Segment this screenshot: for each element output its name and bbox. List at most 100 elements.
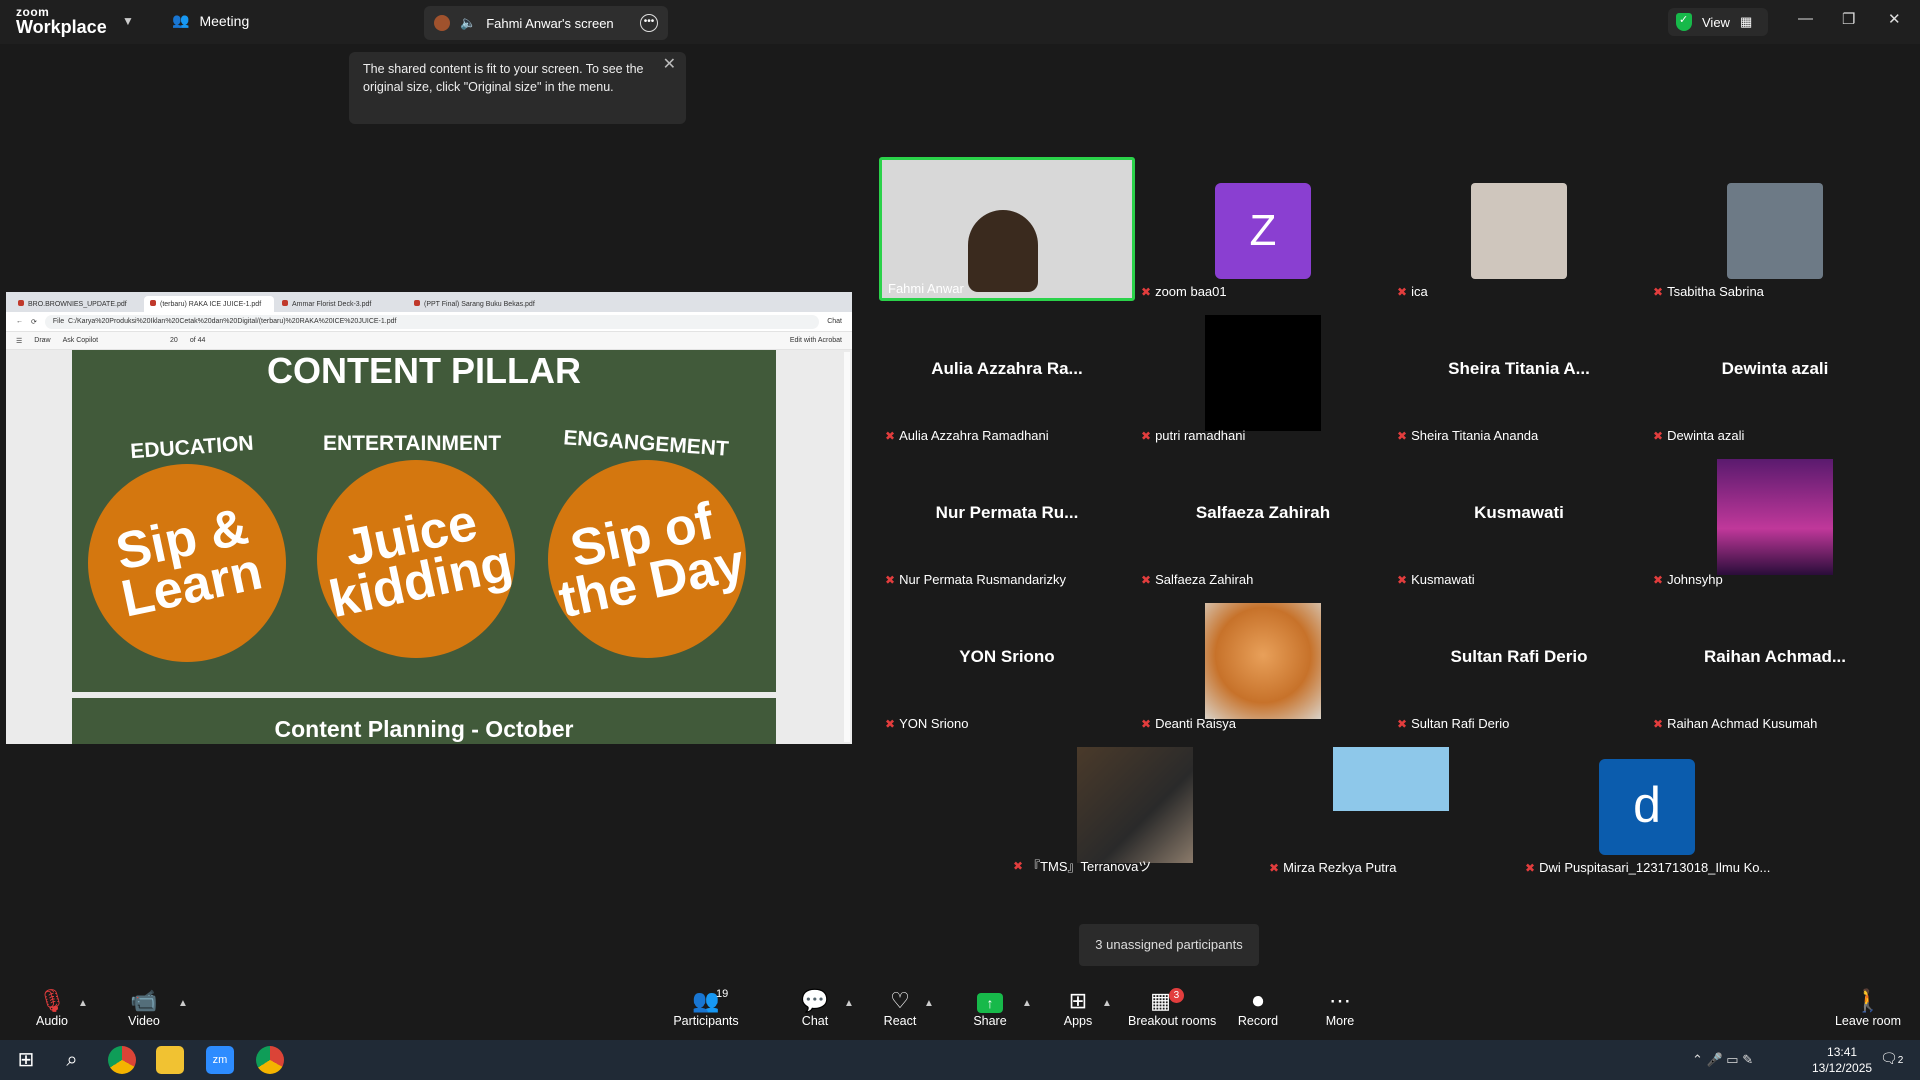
chat-button[interactable]: 💬 Chat (775, 988, 855, 1028)
participant-tile[interactable]: ✖ ica (1391, 157, 1647, 301)
participant-tile[interactable]: ✖ 『TMS』Terranovaツ (1007, 733, 1263, 877)
participant-tile[interactable]: Nur Permata Ru... ✖ Nur Permata Rusmandar… (879, 445, 1135, 589)
participant-tile[interactable]: ✖ putri ramadhani (1135, 301, 1391, 445)
avatar (1727, 183, 1823, 279)
search-icon[interactable]: ⌕ (58, 1046, 86, 1074)
mic-muted-icon: ✖ (1141, 572, 1152, 587)
participant-tile[interactable]: d ✖ Dwi Puspitasari_1231713018_Ilmu Ko... (1519, 733, 1775, 877)
meeting-tab[interactable]: 👥 Meeting (172, 12, 249, 29)
avatar: d (1599, 759, 1695, 855)
slide-content-pillar: CONTENT PILLAR EDUCATION ENTERTAINMENT E… (72, 350, 776, 692)
participant-tile[interactable]: YON Sriono ✖ YON Sriono (879, 589, 1135, 733)
breakout-badge: 3 (1168, 988, 1184, 1003)
participant-tile[interactable]: Dewinta azali ✖ Dewinta azali (1647, 301, 1903, 445)
browser-tab[interactable]: (PPT Final) Sarang Buku Bekas.pdf (408, 296, 538, 312)
more-button[interactable]: ⋯ More (1300, 988, 1380, 1028)
chevron-up-icon[interactable]: ▲ (178, 998, 188, 1009)
title-bar: zoom Workplace ▼ 👥 Meeting 🔈 Fahmi Anwar… (0, 0, 1920, 44)
pillar-circle: Juice kidding (317, 460, 517, 658)
fit-screen-tooltip: The shared content is fit to your screen… (349, 52, 686, 124)
record-icon: ⏺ (1252, 988, 1264, 1013)
reload-icon[interactable]: ⟳ (31, 318, 37, 326)
participant-name: Dewinta azali (1721, 359, 1829, 378)
participant-tile[interactable]: Salfaeza Zahirah ✖ Salfaeza Zahirah (1135, 445, 1391, 589)
browser-tab[interactable]: (terbaru) RAKA ICE JUICE-1.pdf (144, 296, 274, 312)
chat-icon: 💬 (801, 988, 829, 1013)
leave-room-button[interactable]: 🚶 Leave room (1828, 988, 1908, 1028)
close-icon[interactable]: ✕ (1888, 10, 1901, 28)
list-icon[interactable]: ☰ (16, 337, 22, 345)
participant-tile[interactable]: Kusmawati ✖ Kusmawati (1391, 445, 1647, 589)
participant-tile[interactable]: ✖ Tsabitha Sabrina (1647, 157, 1903, 301)
avatar (1077, 747, 1193, 863)
zoom-app-icon[interactable]: zm (206, 1046, 234, 1074)
slide-next: Content Planning - October (72, 698, 776, 744)
participant-tile[interactable]: ✖ Mirza Rezkya Putra (1263, 733, 1519, 877)
restore-icon[interactable]: ❐ (1842, 10, 1855, 28)
participant-tile[interactable]: Aulia Azzahra Ra... ✖ Aulia Azzahra Ramad… (879, 301, 1135, 445)
participant-label: ✖ Sultan Rafi Derio (1397, 716, 1510, 731)
video-button[interactable]: 📹 Video (104, 988, 184, 1028)
url-field[interactable]: File C:/Karya%20Produksi%20Iklan%20Cetak… (44, 314, 820, 329)
minimize-icon[interactable]: — (1798, 10, 1813, 27)
pdf-viewer[interactable]: CONTENT PILLAR EDUCATION ENTERTAINMENT E… (6, 350, 852, 744)
participants-button[interactable]: 👥 19 Participants (666, 988, 746, 1028)
chevron-up-icon[interactable]: ▲ (844, 998, 854, 1009)
chevron-up-icon[interactable]: ▲ (1022, 998, 1032, 1009)
mic-muted-icon: ✖ (1653, 284, 1664, 299)
participant-tile[interactable]: Raihan Achmad... ✖ Raihan Achmad Kusumah (1647, 589, 1903, 733)
pillar-label: ENTERTAINMENT (322, 432, 502, 455)
clock[interactable]: 13:41 13/12/2025 (1812, 1044, 1872, 1076)
chrome-icon[interactable] (108, 1046, 136, 1074)
participant-name: Sultan Rafi Derio (1450, 647, 1588, 666)
participant-tile[interactable]: Sultan Rafi Derio ✖ Sultan Rafi Derio (1391, 589, 1647, 733)
chrome-icon[interactable] (256, 1046, 284, 1074)
notification-icon[interactable]: 🗨2 (1880, 1050, 1903, 1067)
mic-muted-icon: ✖ (1653, 716, 1664, 731)
chevron-up-icon[interactable]: ▲ (78, 998, 88, 1009)
chevron-up-icon[interactable]: ▲ (924, 998, 934, 1009)
pillar-label: ENGANGEMENT (562, 426, 730, 461)
unassigned-participants-badge[interactable]: 3 unassigned participants (1079, 924, 1259, 966)
chat-button[interactable]: Chat (827, 318, 842, 325)
close-icon[interactable]: ✕ (663, 56, 676, 74)
page-number-field[interactable]: 20 (170, 337, 178, 344)
participant-tile[interactable]: ✖ Johnsyhp (1647, 445, 1903, 589)
share-button[interactable]: ↑ Share (950, 988, 1030, 1028)
mic-muted-icon: ✖ (1397, 284, 1408, 299)
draw-button[interactable]: Draw (34, 337, 50, 344)
view-button[interactable]: View ▦ (1668, 8, 1768, 36)
breakout-rooms-button[interactable]: ▦ 3 Breakout rooms (1128, 988, 1216, 1028)
tray-icons[interactable]: ⌃ 🎤 ▭ ✎ (1692, 1052, 1753, 1068)
participant-tile[interactable]: ✖ Deanti Raisya (1135, 589, 1391, 733)
shared-screen[interactable]: BRO.BROWNIES_UPDATE.pdf (terbaru) RAKA I… (6, 292, 852, 744)
browser-tab[interactable]: BRO.BROWNIES_UPDATE.pdf (12, 296, 142, 312)
participant-tile[interactable]: Fahmi Anwar (879, 157, 1135, 301)
participant-label: ✖ Mirza Rezkya Putra (1269, 860, 1397, 875)
participant-tile[interactable]: Sheira Titania A... ✖ Sheira Titania Anan… (1391, 301, 1647, 445)
edit-acrobat-button[interactable]: Edit with Acrobat (790, 337, 842, 344)
participant-label: ✖ zoom baa01 (1141, 284, 1227, 299)
participant-name: YON Sriono (959, 647, 1055, 666)
chevron-down-icon[interactable]: ▼ (122, 14, 134, 28)
browser-tab[interactable]: Ammar Florist Deck-3.pdf (276, 296, 406, 312)
participant-label: ✖ Dewinta azali (1653, 428, 1745, 443)
pillar-circle: Sip of the Day (548, 460, 750, 658)
copilot-button[interactable]: Ask Copilot (63, 337, 98, 344)
participants-icon: 👥 (692, 988, 720, 1013)
folder-icon[interactable] (156, 1046, 184, 1074)
screen-share-pill[interactable]: 🔈 Fahmi Anwar's screen ••• (424, 6, 668, 40)
scrollbar[interactable] (844, 352, 850, 742)
participant-label: ✖ 『TMS』Terranovaツ (1013, 858, 1152, 875)
participant-tile[interactable]: Z ✖ zoom baa01 (1135, 157, 1391, 301)
mic-muted-icon: ✖ (1397, 572, 1408, 587)
back-icon[interactable]: ← (16, 318, 23, 325)
avatar: Z (1215, 183, 1311, 279)
record-button[interactable]: ⏺ Record (1218, 988, 1298, 1028)
mic-muted-icon: ✖ (1269, 860, 1280, 875)
start-icon[interactable]: ⊞ (12, 1046, 40, 1074)
mic-muted-icon: ✖ (885, 716, 896, 731)
chevron-up-icon[interactable]: ▲ (1102, 998, 1112, 1009)
more-options-icon[interactable]: ••• (640, 14, 658, 32)
mic-muted-icon: ✖ (1653, 428, 1664, 443)
